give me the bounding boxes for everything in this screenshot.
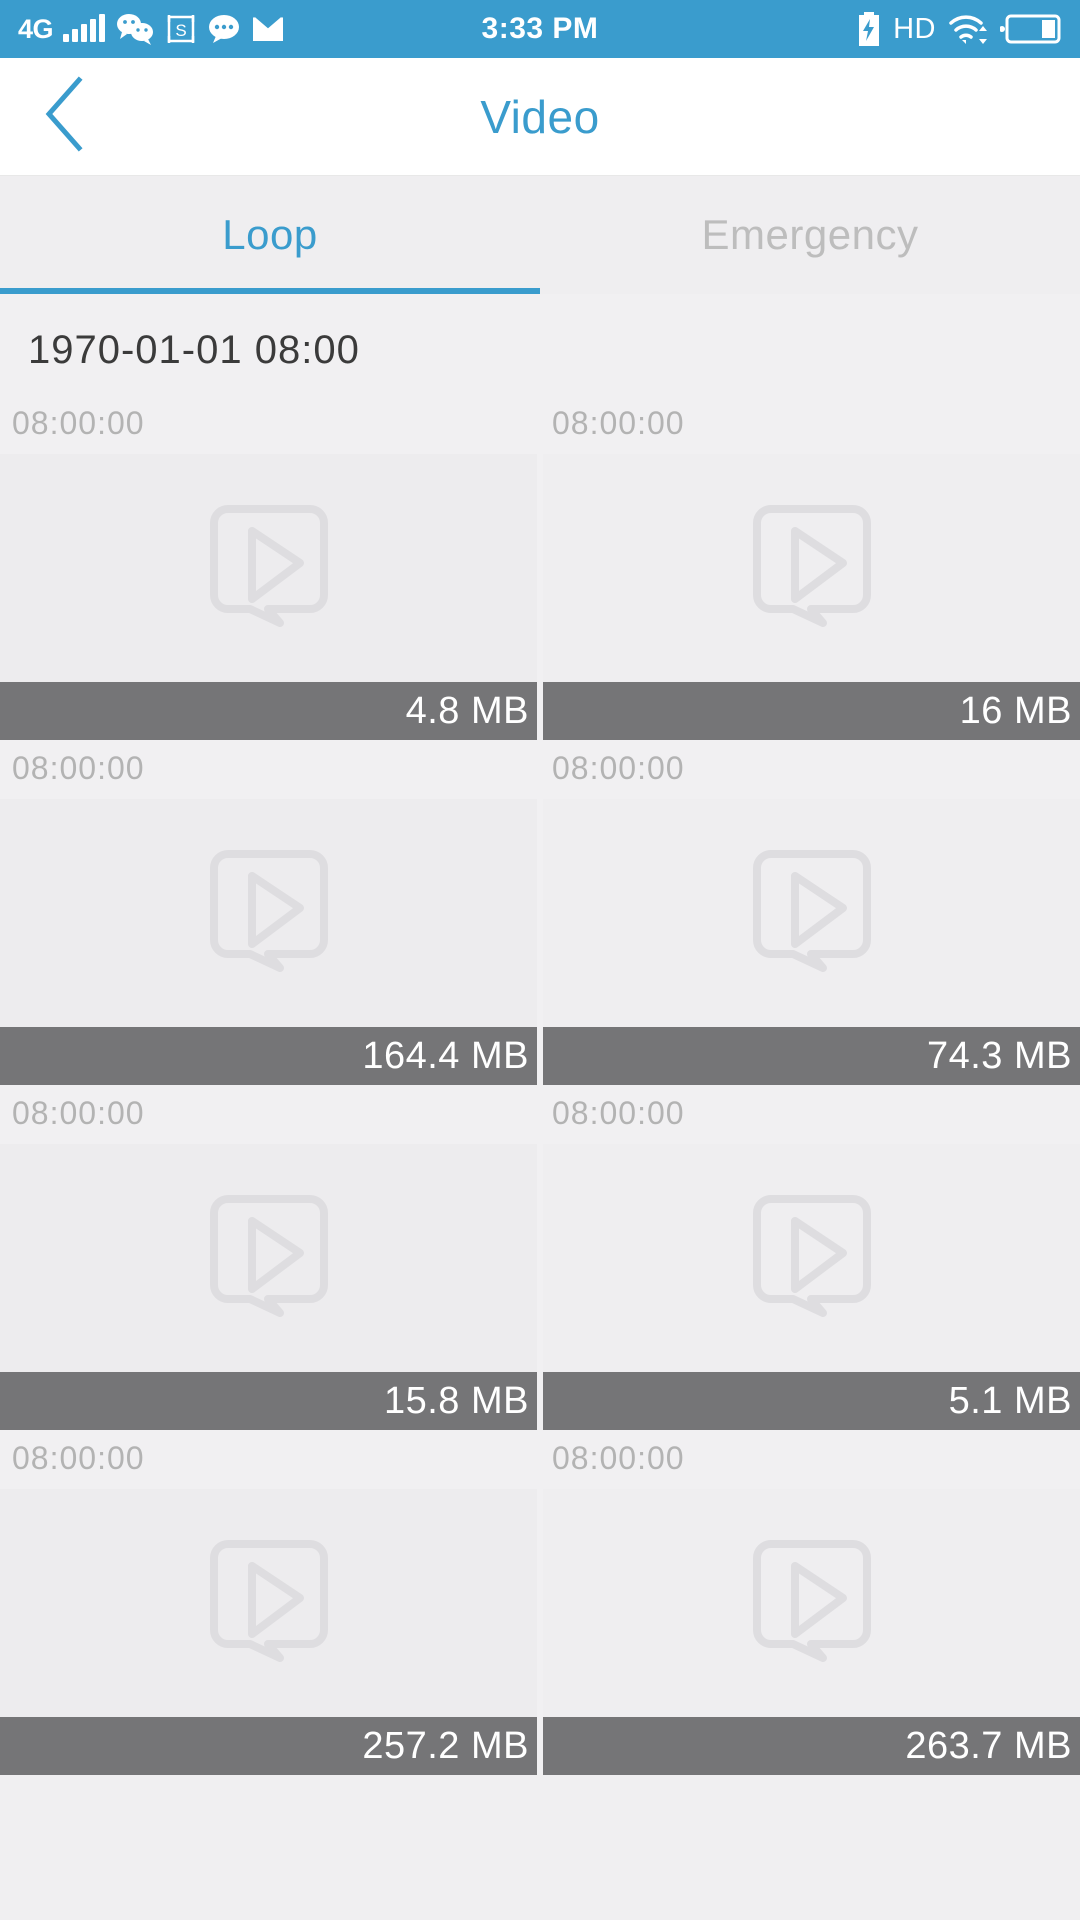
battery-charging-icon [857,12,881,46]
video-timestamp: 08:00:00 [540,1085,1080,1144]
video-timestamp: 08:00:00 [0,395,540,454]
mail-icon [251,14,285,44]
video-placeholder-icon [209,1193,328,1324]
video-timestamp: 08:00:00 [0,1430,540,1489]
video-item[interactable]: 08:00:00 4.8 MB [0,395,540,740]
back-button[interactable] [0,58,130,175]
video-item[interactable]: 08:00:00 164.4 MB [0,740,540,1085]
status-bar: 4G S 3:33 PM HD [0,0,1080,58]
chat-bubble-icon [207,14,241,44]
video-thumbnail[interactable] [543,1489,1080,1717]
video-thumbnail[interactable] [543,454,1080,682]
back-chevron-icon [37,74,93,159]
battery-icon [1000,13,1062,45]
video-item[interactable]: 08:00:00 5.1 MB [540,1085,1080,1430]
video-size-label: 263.7 MB [905,1724,1072,1767]
tab-loop-label: Loop [222,211,318,258]
tab-bar: Loop Emergency [0,176,1080,294]
video-size-label: 257.2 MB [362,1724,529,1767]
video-placeholder-icon [752,503,871,634]
video-thumbnail[interactable] [543,799,1080,1027]
video-timestamp: 08:00:00 [0,1085,540,1144]
page-title: Video [480,90,600,143]
video-thumbnail[interactable] [543,1144,1080,1372]
tab-emergency[interactable]: Emergency [540,176,1080,294]
video-size-bar: 263.7 MB [543,1717,1080,1775]
video-size-bar: 164.4 MB [0,1027,537,1085]
tab-loop[interactable]: Loop [0,176,540,294]
video-size-label: 164.4 MB [362,1034,529,1077]
signal-bars-icon [63,14,106,42]
tab-emergency-label: Emergency [701,211,919,258]
date-group-header: 1970-01-01 08:00 [0,294,1080,395]
wechat-icon [115,12,155,46]
wifi-icon [948,12,988,46]
video-size-bar: 15.8 MB [0,1372,537,1430]
video-placeholder-icon [752,848,871,979]
video-size-bar: 257.2 MB [0,1717,537,1775]
network-type-label: 4G [18,13,54,44]
video-timestamp: 08:00:00 [540,740,1080,799]
hd-label: HD [893,12,936,45]
video-size-bar: 4.8 MB [0,682,537,740]
video-size-label: 74.3 MB [926,1034,1072,1077]
video-timestamp: 08:00:00 [540,1430,1080,1489]
video-size-label: 16 MB [959,689,1072,732]
video-thumbnail[interactable] [0,454,537,682]
video-thumbnail[interactable] [0,1489,537,1717]
video-placeholder-icon [752,1538,871,1669]
video-size-bar: 16 MB [543,682,1080,740]
video-item[interactable]: 08:00:00 16 MB [540,395,1080,740]
video-size-label: 15.8 MB [383,1379,529,1422]
video-thumbnail[interactable] [0,799,537,1027]
video-timestamp: 08:00:00 [540,395,1080,454]
video-item[interactable]: 08:00:00 74.3 MB [540,740,1080,1085]
video-placeholder-icon [209,503,328,634]
video-placeholder-icon [209,848,328,979]
video-item[interactable]: 08:00:00 15.8 MB [0,1085,540,1430]
status-bar-right: HD [857,12,1062,46]
video-item[interactable]: 08:00:00 263.7 MB [540,1430,1080,1775]
status-bar-left: 4G S [18,12,285,46]
video-size-label: 5.1 MB [948,1379,1072,1422]
video-thumbnail[interactable] [0,1144,537,1372]
video-item[interactable]: 08:00:00 257.2 MB [0,1430,540,1775]
video-timestamp: 08:00:00 [0,740,540,799]
video-size-bar: 5.1 MB [543,1372,1080,1430]
app-header: Video [0,58,1080,176]
video-placeholder-icon [209,1538,328,1669]
video-size-bar: 74.3 MB [543,1027,1080,1085]
video-placeholder-icon [752,1193,871,1324]
video-size-label: 4.8 MB [405,689,529,732]
video-grid: 08:00:00 4.8 MB 08:00:00 16 MB 08:00:00 … [0,395,1080,1775]
sogou-input-icon: S [165,13,197,45]
svg-text:S: S [175,21,186,40]
